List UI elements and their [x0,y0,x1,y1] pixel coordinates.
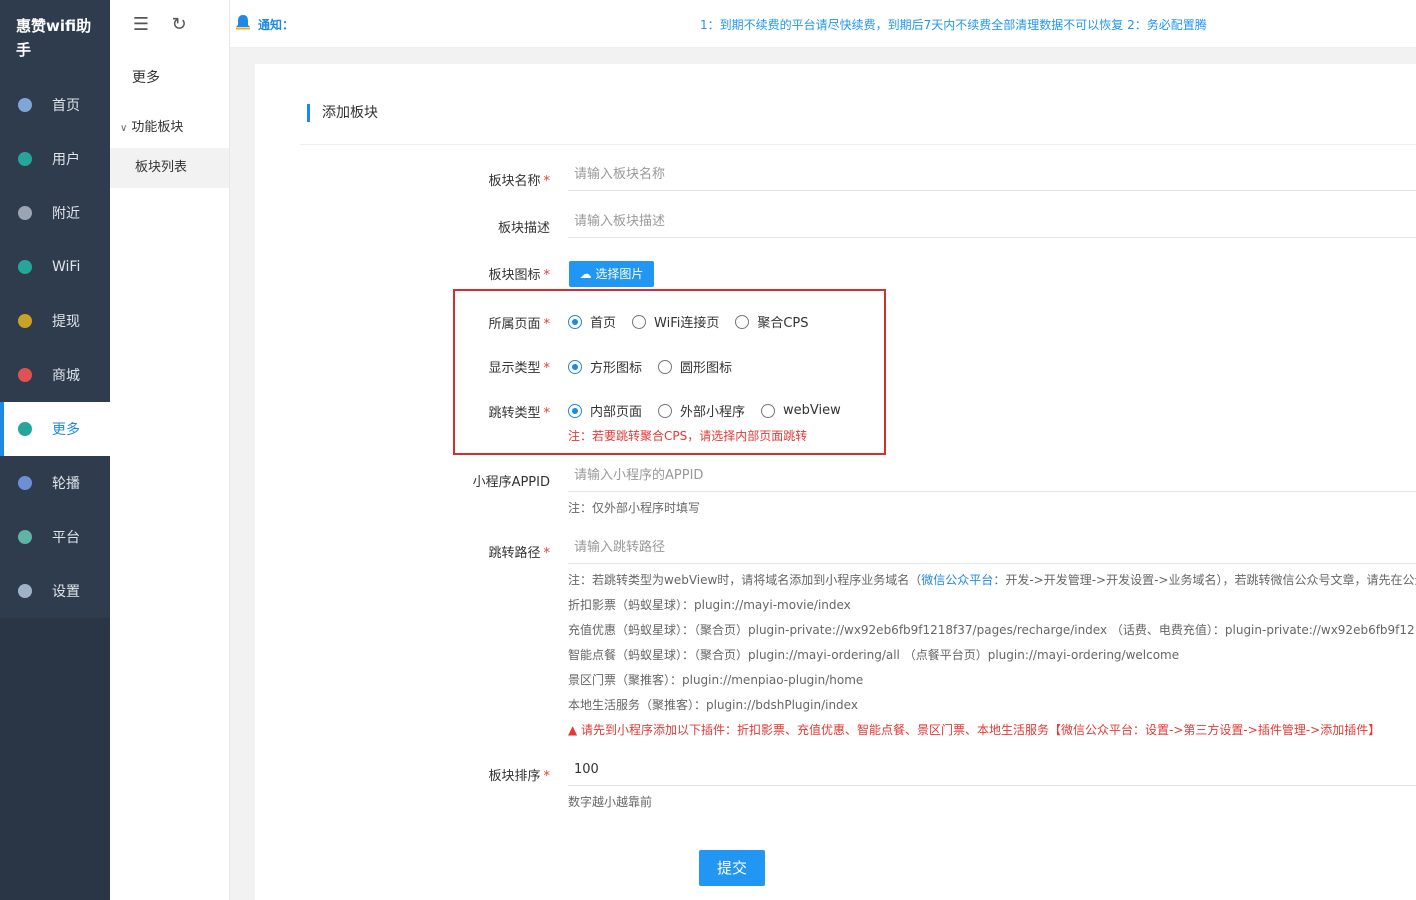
submenu-group[interactable]: ∨ 功能板块 [110,108,229,148]
wifi-icon [18,260,32,274]
nav-item-0[interactable]: 首页 [0,78,110,132]
nav-item-2[interactable]: 附近 [0,186,110,240]
submenu-item-block-list[interactable]: 板块列表 [110,148,229,188]
jump-radio-miniprogram[interactable]: 外部小程序 [658,401,745,420]
nav-list: 首页用户附近 WiFi 提现商城更多轮播平台设置 [0,78,110,618]
nav-item-label: WiFi [52,259,81,275]
main-sidebar: 惠赞wifi助手 首页用户附近 WiFi 提现商城更多轮播平台设置 [0,0,110,900]
jump-radio-group: 内部页面 外部小程序 webView [568,401,857,420]
path-label: 跳转路径 * [488,546,550,561]
top-bar: 通知： 1：到期不续费的平台请尽快续费，到期后7天内不续费全部清理数据不可以恢复… [230,0,1416,48]
sort-label: 板块排序 * [488,769,550,784]
name-label: 板块名称 * [488,174,550,189]
nav-item-5[interactable]: 商城 [0,348,110,402]
appid-label: 小程序APPID [472,475,550,490]
page-radio-wifi[interactable]: WiFi连接页 [632,312,719,331]
sort-note: 数字越小越靠前 [568,795,653,809]
nav-item-9[interactable]: 设置 [0,564,110,618]
page-radio-cps[interactable]: 聚合CPS [735,312,809,331]
grid-icon [18,422,32,436]
icon-label: 板块图标 * [488,268,550,283]
nav-item-4[interactable]: 提现 [0,294,110,348]
jump-radio-internal[interactable]: 内部页面 [568,401,642,420]
sort-input[interactable]: 100 [568,754,1416,786]
nav-item-7[interactable]: 轮播 [0,456,110,510]
user-icon [18,152,32,166]
coin-icon [18,314,32,328]
submenu-title: 更多 [132,70,160,86]
appid-input[interactable]: 请输入小程序的APPID [568,460,1416,492]
refresh-icon[interactable]: ↻ [170,14,188,35]
bell-icon [236,15,250,30]
monitor-icon [18,530,32,544]
nav-item-label: 更多 [52,422,80,438]
chevron-down-icon: ∨ [120,123,128,134]
page-radio-group: 首页 WiFi连接页 聚合CPS [568,312,825,331]
nav-item-8[interactable]: 平台 [0,510,110,564]
form-panel: 添加板块 板块名称 * 请输入板块名称 板块描述 请输入板块描述 板块图标 * ☁ … [255,64,1416,900]
nav-item-label: 平台 [52,530,80,546]
nav-item-label: 附近 [52,206,80,222]
shop-icon [18,368,32,382]
jump-note: 注：若要跳转聚合CPS，请选择内部页面跳转 [568,429,808,443]
jump-label: 跳转类型 * [488,406,550,421]
nav-item-label: 轮播 [52,476,80,492]
nav-item-label: 首页 [52,98,80,114]
secondary-menu: ☰ ↻ 更多 ∨ 功能板块 板块列表 [110,0,230,900]
name-input[interactable]: 请输入板块名称 [568,159,1416,191]
page-radio-home[interactable]: 首页 [568,312,616,331]
nav-item-label: 商城 [52,368,80,384]
display-radio-square[interactable]: 方形图标 [568,357,642,376]
section-divider [300,144,1416,145]
submit-button[interactable]: 提交 [699,850,765,886]
nav-item-6[interactable]: 更多 [0,402,110,456]
plugin-line: 景区门票（聚推客）：plugin://menpiao-plugin/home [568,673,864,687]
display-radio-group: 方形图标 圆形图标 [568,357,748,376]
nav-item-3[interactable]: WiFi [0,240,110,294]
display-label: 显示类型 * [488,361,550,376]
nav-item-label: 提现 [52,314,80,330]
desc-input[interactable]: 请输入板块描述 [568,206,1416,238]
cloud-upload-icon: ☁ [579,267,596,281]
brand-title: 惠赞wifi助手 [16,17,92,59]
plugin-warning: ▲ 请先到小程序添加以下插件：折扣影票、充值优惠、智能点餐、景区门票、本地生活服… [568,723,1381,737]
plugin-line: 充值优惠（蚂蚁星球）：（聚合页）plugin-private://wx92eb6… [568,623,1416,637]
notice-label: 通知： [258,18,295,32]
plugin-line: 折扣影票（蚂蚁星球）：plugin://mayi-movie/index [568,598,851,612]
nav-item-label: 用户 [52,152,80,168]
plugin-line: 智能点餐（蚂蚁星球）：（聚合页）plugin://mayi-ordering/a… [568,648,1180,662]
gear-icon [18,584,32,598]
carousel-icon [18,476,32,490]
page-label: 所属页面 * [488,317,550,332]
path-note: 注：若跳转类型为webView时，请将域名添加到小程序业务域名（微信公众平台：开… [568,573,1416,587]
upload-image-button[interactable]: ☁ 选择图片 [569,261,654,287]
home-icon [18,98,32,112]
nav-item-label: 设置 [52,584,80,600]
warning-icon: ▲ [568,723,582,737]
nav-item-1[interactable]: 用户 [0,132,110,186]
desc-label: 板块描述 [497,221,550,236]
sidebar-footer [0,618,110,900]
notice-text: 1：到期不续费的平台请尽快续费，到期后7天内不续费全部清理数据不可以恢复 2：务… [700,18,1207,32]
appid-note: 注：仅外部小程序时填写 [568,501,701,515]
jump-radio-webview[interactable]: webView [761,403,841,418]
display-radio-round[interactable]: 圆形图标 [658,357,732,376]
submenu-group-label: 功能板块 [131,120,184,135]
path-input[interactable]: 请输入跳转路径 [568,532,1416,564]
location-icon [18,206,32,220]
section-title: 添加板块 [307,104,378,122]
menu-collapse-icon[interactable]: ☰ [132,14,150,35]
toolbar: ☰ ↻ [110,0,229,48]
plugin-line: 本地生活服务（聚推客）：plugin://bdshPlugin/index [568,698,858,712]
